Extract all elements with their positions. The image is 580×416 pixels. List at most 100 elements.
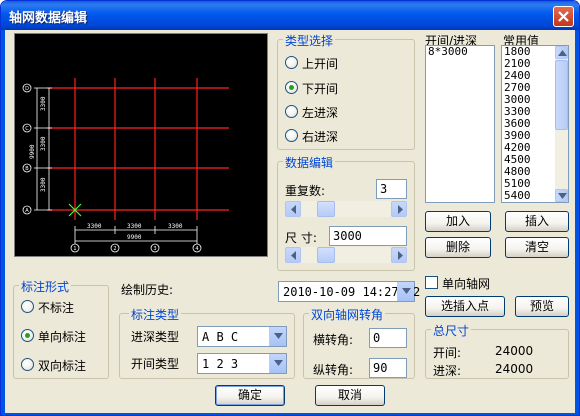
single-axis-label[interactable]: 单向轴网 <box>442 275 490 292</box>
left-total-label: 9900 <box>29 144 36 159</box>
axis-bubble-label: 4 <box>195 246 198 252</box>
history-select[interactable]: 2010-10-09 14:27:42 <box>278 281 420 302</box>
type-select-title: 类型选择 <box>283 32 336 49</box>
size-label: 尺 寸: <box>285 231 317 245</box>
dropdown-button[interactable] <box>269 327 286 346</box>
dropdown-button[interactable] <box>269 354 286 373</box>
radio-label-lower-bay[interactable]: 下开间 <box>302 80 338 97</box>
size-input[interactable]: 3000 <box>329 226 407 246</box>
axis-bubble-label: 2 <box>113 246 116 252</box>
scroll-left-icon <box>291 251 296 260</box>
radio-no-annotation[interactable] <box>21 300 34 313</box>
slider-right-button[interactable] <box>391 201 407 217</box>
slider-right-button[interactable] <box>391 247 407 263</box>
radio-double-annotation[interactable] <box>21 358 34 371</box>
radio-label-no-annotation[interactable]: 不标注 <box>38 299 74 316</box>
insert-button[interactable]: 插入 <box>505 211 569 232</box>
title-bar: 轴网数据编辑 <box>1 1 579 30</box>
left-dim-label: 3300 <box>40 136 47 151</box>
bottom-dim-label: 3300 <box>127 223 142 230</box>
rotation-title: 双向轴网转角 <box>309 306 386 323</box>
close-icon <box>558 11 569 22</box>
slider-thumb[interactable] <box>317 247 335 263</box>
axis-bubble-label: B <box>25 166 29 172</box>
dropdown-arrow-icon <box>274 360 283 366</box>
vertical-angle-input[interactable]: 90 <box>369 358 407 378</box>
scroll-thumb[interactable] <box>555 60 568 130</box>
grid-preview-canvas[interactable]: 3300 3300 3300 9900 3300 3300 3300 9900 … <box>14 33 268 257</box>
radio-label-double-annotation[interactable]: 双向标注 <box>38 357 86 374</box>
total-bay-value: 24000 <box>495 344 534 358</box>
axis-bubble-label: C <box>25 126 29 132</box>
radio-upper-bay[interactable] <box>285 56 298 69</box>
grid-preview-drawing: 3300 3300 3300 9900 3300 3300 3300 9900 … <box>22 78 229 253</box>
scroll-up-icon <box>558 50 567 56</box>
delete-button[interactable]: 删除 <box>425 237 491 258</box>
slider-thumb[interactable] <box>317 201 335 217</box>
size-slider[interactable] <box>285 247 407 263</box>
radio-label-right-depth[interactable]: 右进深 <box>302 128 338 145</box>
dropdown-button[interactable] <box>397 282 414 301</box>
left-dim-label: 3300 <box>40 177 47 192</box>
radio-label-upper-bay[interactable]: 上开间 <box>302 55 338 72</box>
bay-depth-list[interactable]: 8*3000 <box>425 45 495 203</box>
data-edit-title: 数据编辑 <box>283 154 336 171</box>
horizontal-angle-input[interactable]: 0 <box>369 328 407 348</box>
radio-single-annotation[interactable] <box>21 329 34 342</box>
close-button[interactable] <box>553 6 574 27</box>
bay-type-label: 开间类型 <box>131 357 180 371</box>
history-label: 绘制历史: <box>121 283 174 297</box>
scroll-right-icon <box>398 205 403 214</box>
cancel-button[interactable]: 取消 <box>315 385 385 406</box>
single-axis-checkbox[interactable] <box>425 276 438 289</box>
annotation-type-title: 标注类型 <box>129 306 182 323</box>
radio-label-single-annotation[interactable]: 单向标注 <box>38 328 86 345</box>
bay-type-select[interactable]: 1 2 3 <box>197 353 287 374</box>
radio-left-depth[interactable] <box>285 105 298 118</box>
common-values-scrollbar[interactable] <box>555 46 568 202</box>
axis-bubble-label: 3 <box>153 246 156 252</box>
bottom-total-label: 9900 <box>127 234 142 241</box>
repeat-count-input[interactable]: 3 <box>376 179 407 199</box>
bay-type-value: 1 2 3 <box>202 357 239 371</box>
radio-right-depth[interactable] <box>285 129 298 142</box>
scroll-down-button[interactable] <box>555 189 568 202</box>
clear-button[interactable]: 清空 <box>505 237 569 258</box>
dropdown-arrow-icon <box>402 288 411 294</box>
add-button[interactable]: 加入 <box>425 211 491 232</box>
axis-bubble-label: D <box>25 86 29 92</box>
depth-type-select[interactable]: A B C <box>197 326 287 347</box>
scroll-left-icon <box>291 205 296 214</box>
total-bay-label: 开间: <box>433 346 462 360</box>
select-insert-point-button[interactable]: 选插入点 <box>425 296 505 317</box>
dropdown-arrow-icon <box>274 333 283 339</box>
total-depth-label: 进深: <box>433 364 462 378</box>
preview-button[interactable]: 预览 <box>515 296 569 317</box>
bottom-dim-label: 3300 <box>87 223 102 230</box>
bottom-dim-label: 3300 <box>168 223 183 230</box>
window-frame-left <box>1 30 5 415</box>
depth-type-value: A B C <box>202 330 239 344</box>
vertical-angle-label: 纵转角: <box>313 363 354 377</box>
scroll-up-button[interactable] <box>555 46 568 59</box>
horizontal-angle-label: 横转角: <box>313 333 354 347</box>
list-item[interactable]: 8*3000 <box>426 46 494 58</box>
total-depth-value: 24000 <box>495 362 534 376</box>
window-frame-right <box>575 30 579 415</box>
common-values-list[interactable]: 1800 2100 2400 2700 3000 3300 3600 3900 … <box>501 45 569 203</box>
repeat-count-label: 重复数: <box>285 184 326 198</box>
slider-left-button[interactable] <box>285 247 301 263</box>
scroll-right-icon <box>398 251 403 260</box>
repeat-count-slider[interactable] <box>285 201 407 217</box>
ok-button[interactable]: 确定 <box>215 385 285 406</box>
total-size-title: 总尺寸 <box>431 322 472 339</box>
radio-lower-bay[interactable] <box>285 81 298 94</box>
radio-label-left-depth[interactable]: 左进深 <box>302 104 338 121</box>
dialog-window: 轴网数据编辑 3300 3300 3300 9900 3300 3300 330… <box>0 0 580 416</box>
left-dim-label: 3300 <box>40 96 47 111</box>
scroll-down-icon <box>558 193 567 199</box>
slider-left-button[interactable] <box>285 201 301 217</box>
annotation-form-title: 标注形式 <box>19 278 72 295</box>
window-title: 轴网数据编辑 <box>9 11 88 26</box>
axis-bubble-label: A <box>25 208 29 214</box>
